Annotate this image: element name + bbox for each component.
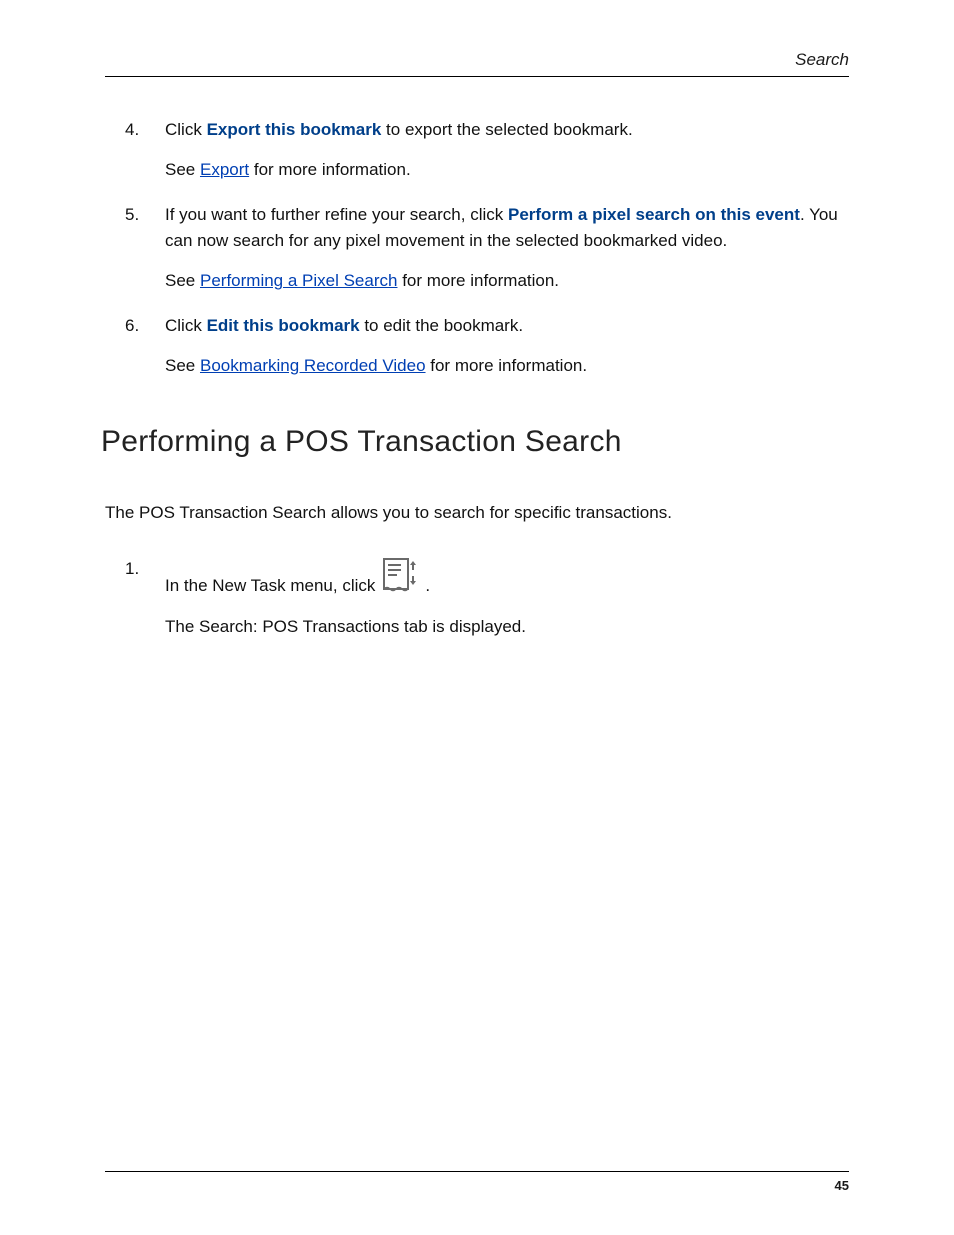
section-intro: The POS Transaction Search allows you to…	[105, 500, 849, 526]
ui-command-label: Edit this bookmark	[207, 316, 360, 335]
see-prefix: See	[165, 356, 200, 375]
step-text: Click	[165, 316, 207, 335]
steps-list-bottom: 1. In the New Task menu, click	[125, 556, 849, 640]
see-prefix: See	[165, 271, 200, 290]
step-number: 1.	[125, 556, 139, 582]
page-footer: 45	[105, 1171, 849, 1193]
see-prefix: See	[165, 160, 200, 179]
step-text: If you want to further refine your searc…	[165, 205, 508, 224]
ui-command-label: Perform a pixel search on this event	[508, 205, 800, 224]
step-number: 5.	[125, 202, 139, 228]
step-follow-text: The Search: POS Transactions tab is disp…	[165, 614, 849, 640]
link-export[interactable]: Export	[200, 160, 249, 179]
ui-command-label: Export this bookmark	[207, 120, 382, 139]
link-pixel-search[interactable]: Performing a Pixel Search	[200, 271, 397, 290]
page-content: 4. Click Export this bookmark to export …	[105, 117, 849, 640]
step-text: .	[425, 573, 430, 599]
step-number: 4.	[125, 117, 139, 143]
see-suffix: for more information.	[397, 271, 559, 290]
section-heading: Performing a POS Transaction Search	[101, 419, 849, 466]
see-suffix: for more information.	[426, 356, 588, 375]
step-6: 6. Click Edit this bookmark to edit the …	[125, 313, 849, 380]
link-bookmarking-video[interactable]: Bookmarking Recorded Video	[200, 356, 426, 375]
step-text: Click	[165, 120, 207, 139]
step-text: In the New Task menu, click	[165, 573, 375, 599]
step-5: 5. If you want to further refine your se…	[125, 202, 849, 295]
pos-search-icon	[381, 556, 419, 602]
step-4: 4. Click Export this bookmark to export …	[125, 117, 849, 184]
document-page: Search 4. Click Export this bookmark to …	[0, 0, 954, 1235]
step-text: to export the selected bookmark.	[381, 120, 632, 139]
step-text: to edit the bookmark.	[360, 316, 523, 335]
step-1: 1. In the New Task menu, click	[125, 556, 849, 640]
steps-list-top: 4. Click Export this bookmark to export …	[125, 117, 849, 379]
page-header: Search	[105, 50, 849, 77]
header-section-label: Search	[795, 50, 849, 69]
step-number: 6.	[125, 313, 139, 339]
page-number: 45	[835, 1178, 849, 1193]
see-suffix: for more information.	[249, 160, 411, 179]
